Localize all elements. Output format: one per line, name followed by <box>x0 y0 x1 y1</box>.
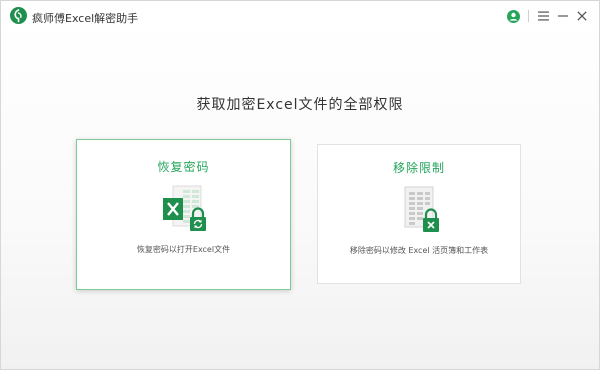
app-title: 疯师傅Excel解密助手 <box>32 12 139 25</box>
leaf-logo-icon <box>10 7 27 24</box>
sheet-lock-remove-icon <box>404 186 439 232</box>
remove-restrictions-card[interactable]: 移除限制 移除密码以修改 Excel 活页簿和工作表 <box>317 144 521 284</box>
title-bar-divider <box>528 10 529 22</box>
user-circle-icon <box>506 9 520 23</box>
close-icon <box>577 11 587 21</box>
remove-card-title: 移除限制 <box>392 161 445 175</box>
recover-card-title: 恢复密码 <box>157 160 210 174</box>
account-button[interactable] <box>504 7 522 25</box>
excel-lock-refresh-icon <box>163 185 206 231</box>
minimize-button[interactable] <box>554 7 572 25</box>
close-button[interactable] <box>573 7 591 25</box>
menu-button[interactable] <box>534 7 552 25</box>
app-window: 疯师傅Excel解密助手 获取加密Excel文件的全部权限 恢复密码 恢复密码以… <box>0 0 600 370</box>
recover-card-description: 恢复密码以打开Excel文件 <box>136 245 231 254</box>
page-headline: 获取加密Excel文件的全部权限 <box>196 97 404 113</box>
recover-password-card[interactable]: 恢复密码 恢复密码以打开Excel文件 <box>76 139 291 290</box>
hamburger-menu-icon <box>537 11 549 21</box>
title-bar: 疯师傅Excel解密助手 <box>1 1 599 31</box>
minimize-icon <box>558 15 568 17</box>
remove-card-description: 移除密码以修改 Excel 活页簿和工作表 <box>349 246 489 255</box>
